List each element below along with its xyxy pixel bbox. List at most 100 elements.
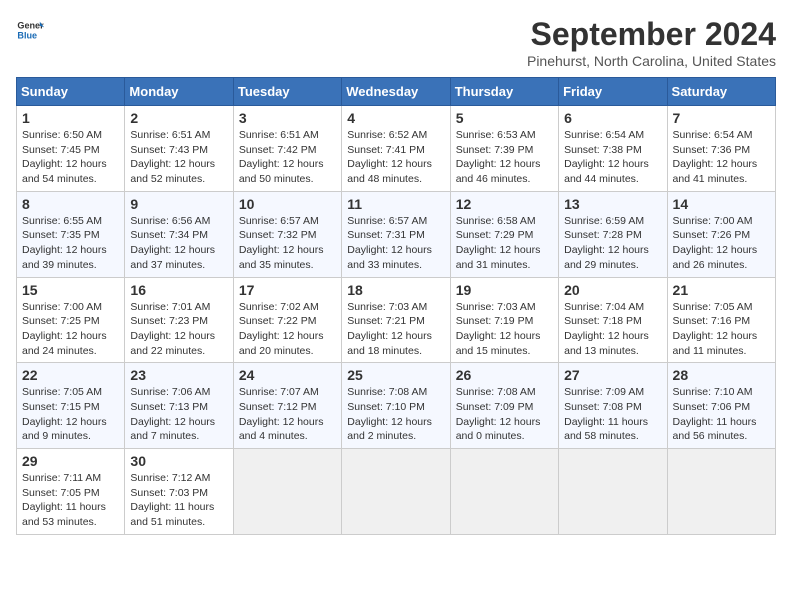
day-number: 27 xyxy=(564,367,661,383)
day-info: Sunrise: 7:07 AM Sunset: 7:12 PM Dayligh… xyxy=(239,385,336,444)
day-number: 20 xyxy=(564,282,661,298)
day-number: 22 xyxy=(22,367,119,383)
day-info: Sunrise: 7:01 AM Sunset: 7:23 PM Dayligh… xyxy=(130,300,227,359)
title-area: September 2024 Pinehurst, North Carolina… xyxy=(527,16,776,69)
calendar-cell: 20 Sunrise: 7:04 AM Sunset: 7:18 PM Dayli… xyxy=(559,277,667,363)
calendar-table: Sunday Monday Tuesday Wednesday Thursday… xyxy=(16,77,776,535)
day-number: 17 xyxy=(239,282,336,298)
day-info: Sunrise: 6:54 AM Sunset: 7:36 PM Dayligh… xyxy=(673,128,770,187)
week-row-4: 22 Sunrise: 7:05 AM Sunset: 7:15 PM Dayli… xyxy=(17,363,776,449)
calendar-cell: 27 Sunrise: 7:09 AM Sunset: 7:08 PM Dayli… xyxy=(559,363,667,449)
day-info: Sunrise: 6:51 AM Sunset: 7:42 PM Dayligh… xyxy=(239,128,336,187)
col-friday: Friday xyxy=(559,78,667,106)
day-number: 15 xyxy=(22,282,119,298)
calendar-cell: 18 Sunrise: 7:03 AM Sunset: 7:21 PM Dayli… xyxy=(342,277,450,363)
day-info: Sunrise: 7:10 AM Sunset: 7:06 PM Dayligh… xyxy=(673,385,770,444)
day-info: Sunrise: 7:04 AM Sunset: 7:18 PM Dayligh… xyxy=(564,300,661,359)
day-number: 6 xyxy=(564,110,661,126)
calendar-cell: 23 Sunrise: 7:06 AM Sunset: 7:13 PM Dayli… xyxy=(125,363,233,449)
calendar-cell: 28 Sunrise: 7:10 AM Sunset: 7:06 PM Dayli… xyxy=(667,363,775,449)
day-number: 5 xyxy=(456,110,553,126)
day-info: Sunrise: 7:02 AM Sunset: 7:22 PM Dayligh… xyxy=(239,300,336,359)
day-info: Sunrise: 6:58 AM Sunset: 7:29 PM Dayligh… xyxy=(456,214,553,273)
calendar-cell xyxy=(233,449,341,535)
logo: General Blue xyxy=(16,16,44,44)
logo-icon: General Blue xyxy=(16,16,44,44)
day-number: 7 xyxy=(673,110,770,126)
day-number: 19 xyxy=(456,282,553,298)
calendar-cell: 1 Sunrise: 6:50 AM Sunset: 7:45 PM Daylig… xyxy=(17,106,125,192)
day-number: 28 xyxy=(673,367,770,383)
day-number: 9 xyxy=(130,196,227,212)
calendar-cell: 12 Sunrise: 6:58 AM Sunset: 7:29 PM Dayli… xyxy=(450,191,558,277)
day-number: 30 xyxy=(130,453,227,469)
day-number: 25 xyxy=(347,367,444,383)
day-info: Sunrise: 7:06 AM Sunset: 7:13 PM Dayligh… xyxy=(130,385,227,444)
day-info: Sunrise: 6:51 AM Sunset: 7:43 PM Dayligh… xyxy=(130,128,227,187)
day-info: Sunrise: 6:59 AM Sunset: 7:28 PM Dayligh… xyxy=(564,214,661,273)
day-info: Sunrise: 7:03 AM Sunset: 7:21 PM Dayligh… xyxy=(347,300,444,359)
calendar-cell xyxy=(450,449,558,535)
day-number: 8 xyxy=(22,196,119,212)
day-number: 24 xyxy=(239,367,336,383)
calendar-header-row: Sunday Monday Tuesday Wednesday Thursday… xyxy=(17,78,776,106)
col-tuesday: Tuesday xyxy=(233,78,341,106)
calendar-cell: 29Sunrise: 7:11 AM Sunset: 7:05 PM Dayli… xyxy=(17,449,125,535)
col-sunday: Sunday xyxy=(17,78,125,106)
day-number: 11 xyxy=(347,196,444,212)
day-number: 23 xyxy=(130,367,227,383)
calendar-cell: 5 Sunrise: 6:53 AM Sunset: 7:39 PM Daylig… xyxy=(450,106,558,192)
calendar-cell: 9 Sunrise: 6:56 AM Sunset: 7:34 PM Daylig… xyxy=(125,191,233,277)
day-info: Sunrise: 6:50 AM Sunset: 7:45 PM Dayligh… xyxy=(22,128,119,187)
calendar-cell: 19Sunrise: 7:03 AM Sunset: 7:19 PM Dayli… xyxy=(450,277,558,363)
calendar-cell: 11 Sunrise: 6:57 AM Sunset: 7:31 PM Dayli… xyxy=(342,191,450,277)
day-number: 12 xyxy=(456,196,553,212)
calendar-cell: 10Sunrise: 6:57 AM Sunset: 7:32 PM Dayli… xyxy=(233,191,341,277)
week-row-5: 29Sunrise: 7:11 AM Sunset: 7:05 PM Dayli… xyxy=(17,449,776,535)
calendar-cell xyxy=(559,449,667,535)
calendar-header: General Blue September 2024 Pinehurst, N… xyxy=(16,16,776,69)
calendar-cell: 25 Sunrise: 7:08 AM Sunset: 7:10 PM Dayli… xyxy=(342,363,450,449)
day-info: Sunrise: 6:53 AM Sunset: 7:39 PM Dayligh… xyxy=(456,128,553,187)
day-number: 21 xyxy=(673,282,770,298)
day-number: 13 xyxy=(564,196,661,212)
calendar-body: 1 Sunrise: 6:50 AM Sunset: 7:45 PM Daylig… xyxy=(17,106,776,535)
calendar-cell: 16 Sunrise: 7:01 AM Sunset: 7:23 PM Dayli… xyxy=(125,277,233,363)
day-info: Sunrise: 7:00 AM Sunset: 7:26 PM Dayligh… xyxy=(673,214,770,273)
calendar-cell: 30Sunrise: 7:12 AM Sunset: 7:03 PM Dayli… xyxy=(125,449,233,535)
calendar-cell: 24 Sunrise: 7:07 AM Sunset: 7:12 PM Dayli… xyxy=(233,363,341,449)
day-info: Sunrise: 7:08 AM Sunset: 7:10 PM Dayligh… xyxy=(347,385,444,444)
calendar-title: September 2024 xyxy=(527,16,776,53)
calendar-subtitle: Pinehurst, North Carolina, United States xyxy=(527,53,776,69)
day-number: 26 xyxy=(456,367,553,383)
day-info: Sunrise: 7:05 AM Sunset: 7:15 PM Dayligh… xyxy=(22,385,119,444)
col-thursday: Thursday xyxy=(450,78,558,106)
day-info: Sunrise: 6:56 AM Sunset: 7:34 PM Dayligh… xyxy=(130,214,227,273)
day-number: 1 xyxy=(22,110,119,126)
calendar-cell: 26Sunrise: 7:08 AM Sunset: 7:09 PM Dayli… xyxy=(450,363,558,449)
day-info: Sunrise: 6:54 AM Sunset: 7:38 PM Dayligh… xyxy=(564,128,661,187)
week-row-2: 8 Sunrise: 6:55 AM Sunset: 7:35 PM Daylig… xyxy=(17,191,776,277)
calendar-cell: 6 Sunrise: 6:54 AM Sunset: 7:38 PM Daylig… xyxy=(559,106,667,192)
day-number: 14 xyxy=(673,196,770,212)
calendar-cell xyxy=(342,449,450,535)
calendar-cell: 15Sunrise: 7:00 AM Sunset: 7:25 PM Dayli… xyxy=(17,277,125,363)
day-info: Sunrise: 6:57 AM Sunset: 7:31 PM Dayligh… xyxy=(347,214,444,273)
day-info: Sunrise: 7:09 AM Sunset: 7:08 PM Dayligh… xyxy=(564,385,661,444)
calendar-cell xyxy=(667,449,775,535)
col-saturday: Saturday xyxy=(667,78,775,106)
calendar-cell: 2Sunrise: 6:51 AM Sunset: 7:43 PM Daylig… xyxy=(125,106,233,192)
day-number: 4 xyxy=(347,110,444,126)
week-row-3: 15Sunrise: 7:00 AM Sunset: 7:25 PM Dayli… xyxy=(17,277,776,363)
day-number: 18 xyxy=(347,282,444,298)
day-info: Sunrise: 7:11 AM Sunset: 7:05 PM Dayligh… xyxy=(22,471,119,530)
day-number: 3 xyxy=(239,110,336,126)
week-row-1: 1 Sunrise: 6:50 AM Sunset: 7:45 PM Daylig… xyxy=(17,106,776,192)
calendar-cell: 22 Sunrise: 7:05 AM Sunset: 7:15 PM Dayli… xyxy=(17,363,125,449)
calendar-cell: 7 Sunrise: 6:54 AM Sunset: 7:36 PM Daylig… xyxy=(667,106,775,192)
calendar-cell: 13 Sunrise: 6:59 AM Sunset: 7:28 PM Dayli… xyxy=(559,191,667,277)
calendar-cell: 3 Sunrise: 6:51 AM Sunset: 7:42 PM Daylig… xyxy=(233,106,341,192)
day-info: Sunrise: 6:55 AM Sunset: 7:35 PM Dayligh… xyxy=(22,214,119,273)
day-number: 16 xyxy=(130,282,227,298)
col-monday: Monday xyxy=(125,78,233,106)
